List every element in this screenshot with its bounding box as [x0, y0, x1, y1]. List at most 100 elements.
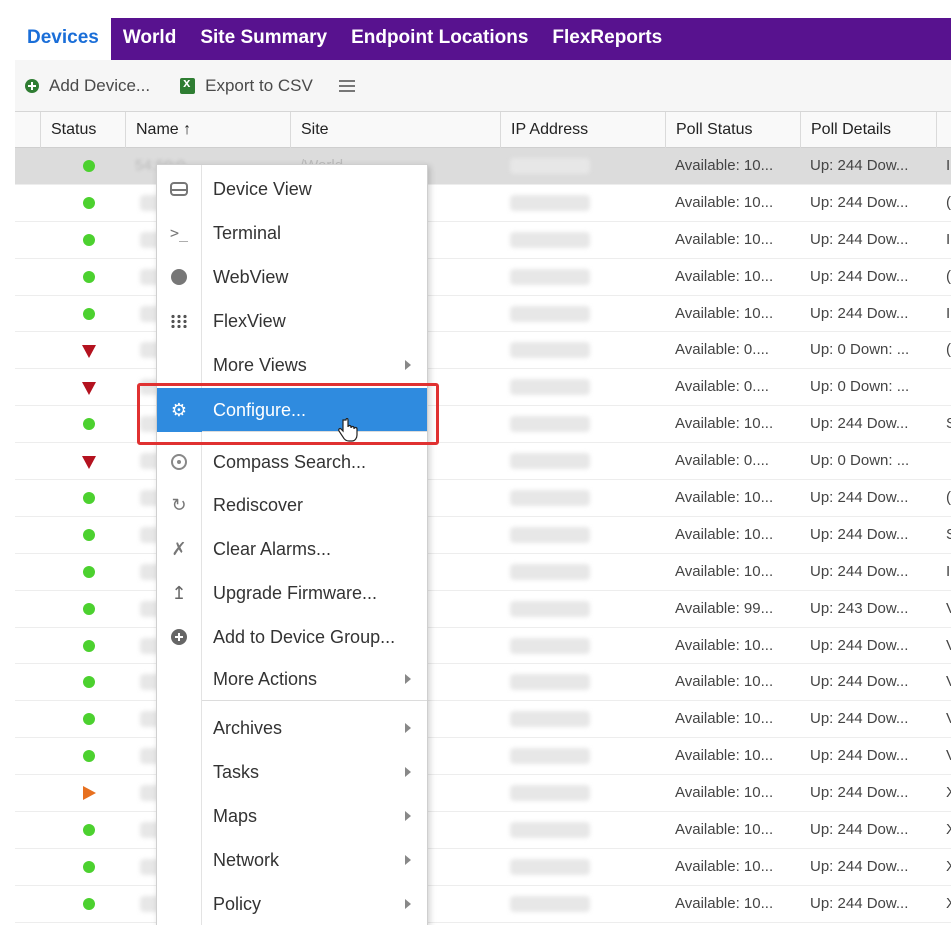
- menu-item-label: Maps: [213, 805, 258, 826]
- menu-item-clear-alarms[interactable]: ✗ Clear Alarms...: [157, 527, 427, 571]
- status-up-icon: [83, 270, 95, 283]
- redacted-ip-address: [510, 194, 590, 211]
- redacted-ip-address: [510, 895, 590, 912]
- grid-icon: [157, 299, 201, 343]
- menu-item-policy[interactable]: Policy: [157, 882, 427, 925]
- hand-cursor-icon: [338, 418, 358, 442]
- poll-status-cell: Available: 10...: [675, 673, 774, 691]
- poll-details-cell: Up: 244 Dow...: [810, 673, 909, 691]
- column-header-site[interactable]: Site: [290, 112, 500, 148]
- toolbar-menu-button[interactable]: [323, 68, 365, 104]
- column-header-name[interactable]: Name ↑: [125, 112, 290, 148]
- poll-status-cell: Available: 10...: [675, 636, 774, 654]
- menu-item-icon-slot: [157, 882, 201, 925]
- poll-status-cell: Available: 10...: [675, 525, 774, 543]
- menu-item-label: Add to Device Group...: [213, 626, 396, 647]
- tab-flexreports[interactable]: FlexReports: [540, 18, 674, 60]
- redacted-ip-address: [510, 416, 590, 433]
- poll-details-cell: Up: 244 Dow...: [810, 267, 909, 285]
- menu-item-webview[interactable]: WebView: [157, 255, 427, 299]
- add-circle-icon: [157, 615, 201, 659]
- menu-item-archives[interactable]: Archives: [157, 706, 427, 750]
- annotation-highlight-box: [137, 383, 439, 445]
- tab-world[interactable]: World: [111, 18, 188, 60]
- menu-item-label: Rediscover: [213, 494, 304, 515]
- status-up-icon: [83, 860, 95, 873]
- menu-item-rediscover[interactable]: ↻ Rediscover: [157, 483, 427, 527]
- menu-item-upgrade-firmware[interactable]: ↥ Upgrade Firmware...: [157, 571, 427, 615]
- tab-devices[interactable]: Devices: [15, 18, 111, 60]
- submenu-arrow-icon: [405, 767, 411, 777]
- poll-details-cell: Up: 244 Dow...: [810, 230, 909, 248]
- status-down-icon: [82, 456, 96, 470]
- menu-item-compass-search[interactable]: Compass Search...: [157, 440, 427, 484]
- column-header-status[interactable]: Status: [40, 112, 125, 148]
- poll-details-cell: Up: 244 Dow...: [810, 636, 909, 654]
- poll-details-cell: Up: 244 Dow...: [810, 562, 909, 580]
- globe-icon: [157, 255, 201, 299]
- menu-item-label: Network: [213, 849, 280, 870]
- redacted-ip-address: [510, 526, 590, 543]
- status-down-icon: [82, 345, 96, 359]
- extra-cell: X: [936, 775, 951, 811]
- context-menu: Device View >_ Terminal WebView FlexView More…: [156, 164, 428, 925]
- column-header-poll-status[interactable]: Poll Status: [665, 112, 800, 148]
- menu-item-terminal[interactable]: >_ Terminal: [157, 211, 427, 255]
- tab-endpoint-locations[interactable]: Endpoint Locations: [339, 18, 540, 60]
- poll-status-cell: Available: 10...: [675, 894, 774, 912]
- add-device-button[interactable]: Add Device...: [15, 68, 160, 104]
- extra-cell: (: [946, 341, 951, 359]
- status-up-icon: [83, 750, 95, 763]
- column-header-more[interactable]: [936, 112, 951, 148]
- menu-separator: [202, 700, 427, 701]
- poll-status-cell: Available: 10...: [675, 193, 774, 211]
- menu-item-more-actions[interactable]: More Actions: [157, 657, 427, 701]
- redacted-ip-address: [510, 711, 590, 728]
- status-up-icon: [83, 418, 95, 431]
- poll-details-cell: Up: 243 Dow...: [810, 599, 909, 617]
- poll-status-cell: Available: 10...: [675, 304, 774, 322]
- redacted-ip-address: [510, 453, 590, 470]
- add-device-label: Add Device...: [49, 75, 151, 95]
- table-header: Status Name ↑ Site IP Address Poll Statu…: [15, 112, 951, 148]
- column-header-poll-details[interactable]: Poll Details: [800, 112, 936, 148]
- menu-item-tasks[interactable]: Tasks: [157, 750, 427, 794]
- extra-cell: V: [936, 628, 951, 664]
- redacted-ip-address: [510, 674, 590, 691]
- menu-item-more-views[interactable]: More Views: [157, 343, 427, 387]
- poll-status-cell: Available: 10...: [675, 821, 774, 839]
- extra-cell: V: [936, 664, 951, 700]
- menu-item-label: Tasks: [213, 761, 260, 782]
- redacted-ip-address: [510, 858, 590, 875]
- extra-cell: I: [946, 230, 951, 248]
- submenu-arrow-icon: [405, 899, 411, 909]
- status-up-icon: [83, 639, 95, 652]
- status-down-icon: [82, 382, 96, 396]
- poll-status-cell: Available: 10...: [675, 857, 774, 875]
- extra-cell: (: [946, 193, 951, 211]
- poll-details-cell: Up: 0 Down: ...: [810, 452, 910, 470]
- menu-item-add-to-device-group[interactable]: Add to Device Group...: [157, 615, 427, 659]
- extra-cell: I: [946, 304, 951, 322]
- menu-item-maps[interactable]: Maps: [157, 794, 427, 838]
- menu-item-device-view[interactable]: Device View: [157, 167, 427, 211]
- menu-item-label: Compass Search...: [213, 451, 367, 472]
- poll-details-cell: Up: 244 Dow...: [810, 894, 909, 912]
- extra-cell: X: [936, 812, 951, 848]
- menu-item-flexview[interactable]: FlexView: [157, 299, 427, 343]
- poll-status-cell: Available: 10...: [675, 562, 774, 580]
- poll-status-cell: Available: 10...: [675, 489, 774, 507]
- redacted-ip-address: [510, 342, 590, 359]
- extra-cell: V: [936, 738, 951, 774]
- tab-site-summary[interactable]: Site Summary: [188, 18, 339, 60]
- redacted-ip-address: [510, 268, 590, 285]
- extra-cell: I: [946, 157, 951, 174]
- status-up-icon: [83, 565, 95, 578]
- menu-item-network[interactable]: Network: [157, 838, 427, 882]
- toolbar: Add Device... Export to CSV: [15, 60, 951, 112]
- extra-cell: V: [936, 701, 951, 737]
- status-up-icon: [83, 196, 95, 209]
- export-csv-button[interactable]: Export to CSV: [170, 68, 323, 104]
- menu-item-icon-slot: [157, 794, 201, 838]
- column-header-ip-address[interactable]: IP Address: [500, 112, 665, 148]
